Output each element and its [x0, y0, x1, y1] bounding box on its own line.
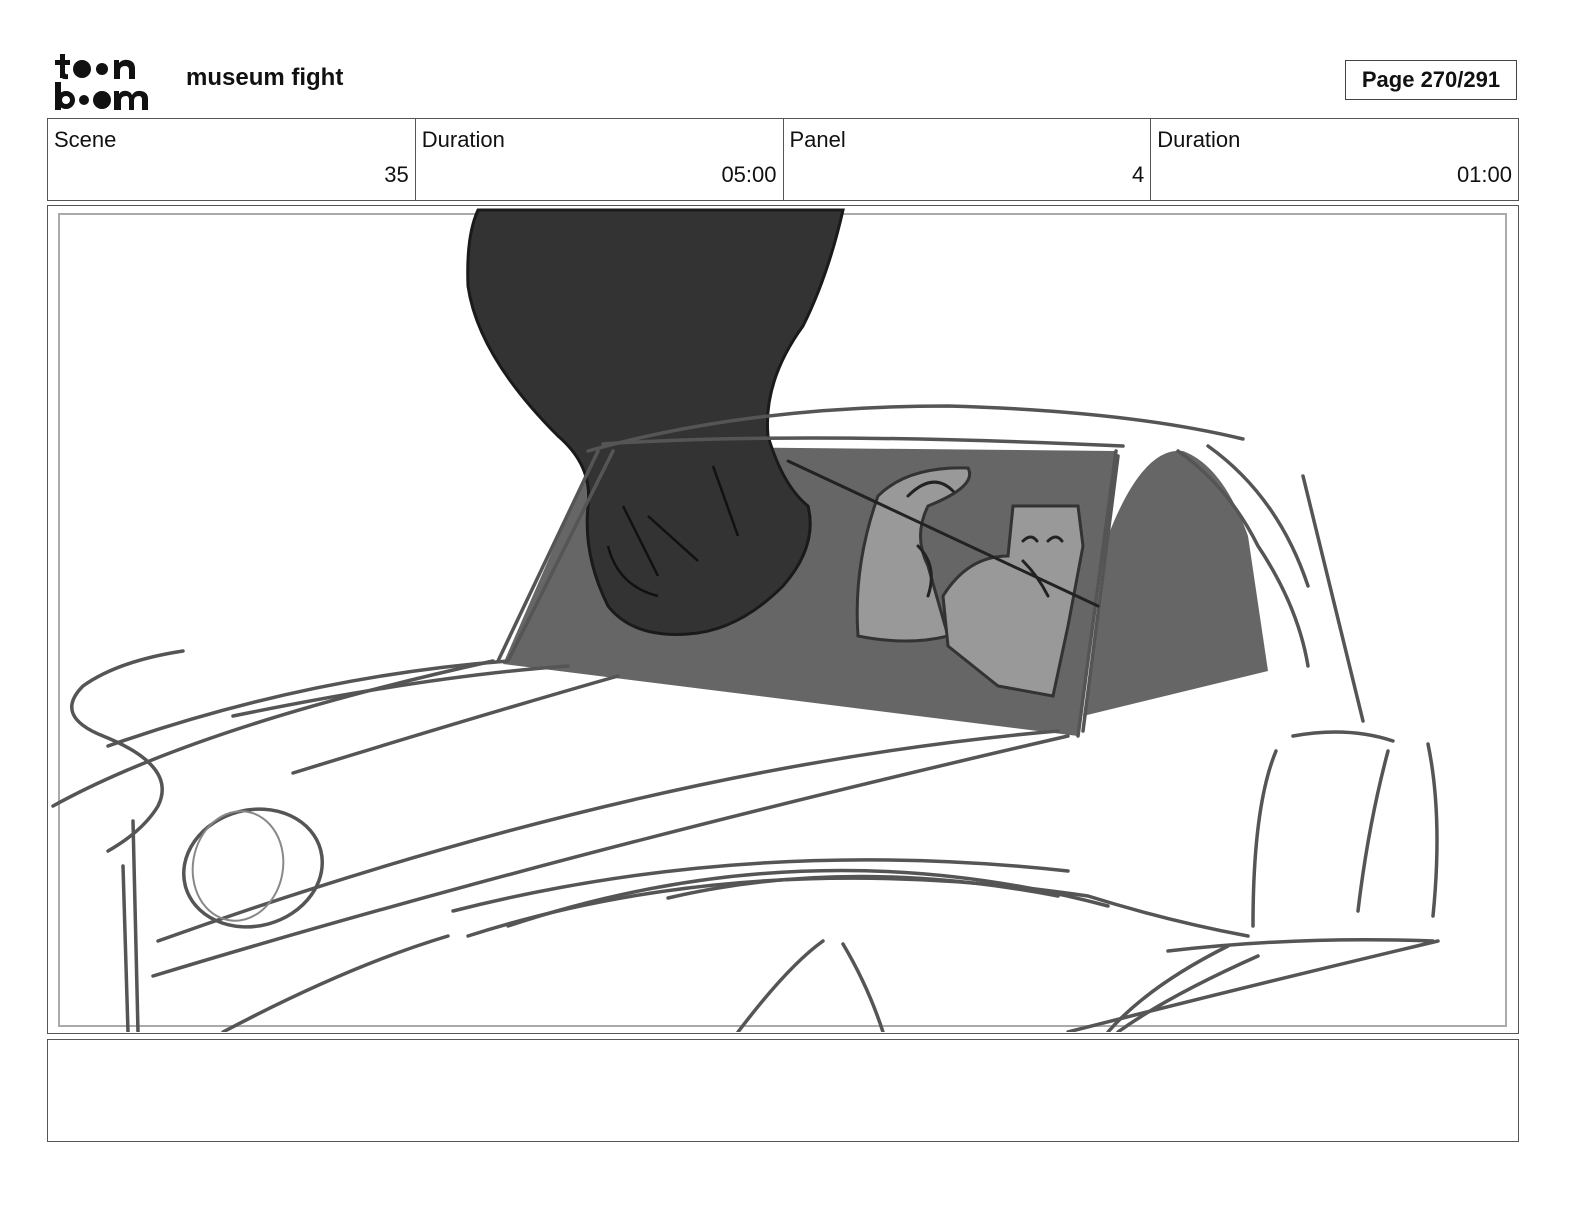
scene-duration-label: Duration [421, 127, 505, 152]
panel-duration-label: Duration [1157, 127, 1241, 152]
project-title: museum fight [186, 64, 344, 91]
panel-label: Panel [789, 127, 846, 152]
scene-label: Scene [54, 127, 117, 152]
page-indicator: Page 270/291 [1345, 60, 1517, 100]
panel-duration-cell: Duration 01:00 [1151, 119, 1518, 200]
panel-value: 4 [1132, 162, 1145, 187]
storyboard-panel [47, 205, 1519, 1034]
storyboard-sketch [51, 208, 1507, 1032]
scene-value: 35 [384, 162, 409, 187]
panel-duration-value: 01:00 [1456, 162, 1512, 187]
scene-duration-value: 05:00 [721, 162, 777, 187]
panel-cell: Panel 4 [784, 119, 1152, 200]
toonboom-logo [55, 54, 148, 110]
scene-cell: Scene 35 [48, 119, 416, 200]
panel-info-row: Scene 35 Duration 05:00 Panel 4 Duration… [47, 118, 1519, 201]
panel-notes [47, 1039, 1519, 1142]
scene-duration-cell: Duration 05:00 [416, 119, 784, 200]
